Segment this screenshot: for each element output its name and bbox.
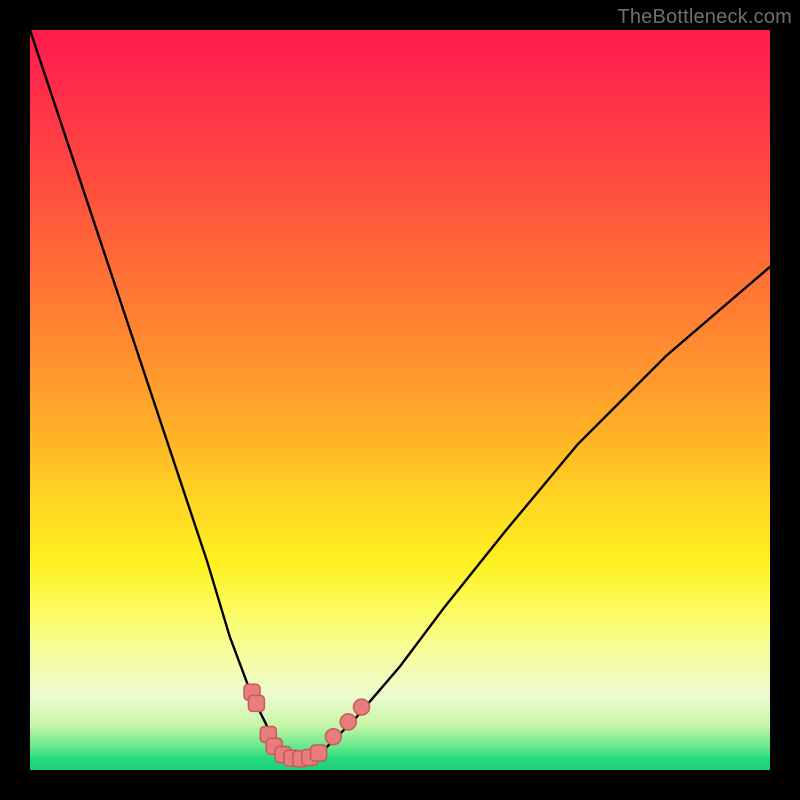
curve-marker (248, 695, 264, 711)
curve-layer (30, 30, 770, 770)
curve-marker (340, 714, 356, 730)
plot-area (30, 30, 770, 770)
curve-marker (325, 729, 341, 745)
bottleneck-curve (30, 30, 770, 759)
curve-marker (311, 745, 327, 761)
curve-marker (354, 699, 370, 715)
watermark-text: TheBottleneck.com (617, 6, 792, 29)
chart-frame: TheBottleneck.com (0, 0, 800, 800)
curve-markers (244, 684, 370, 767)
